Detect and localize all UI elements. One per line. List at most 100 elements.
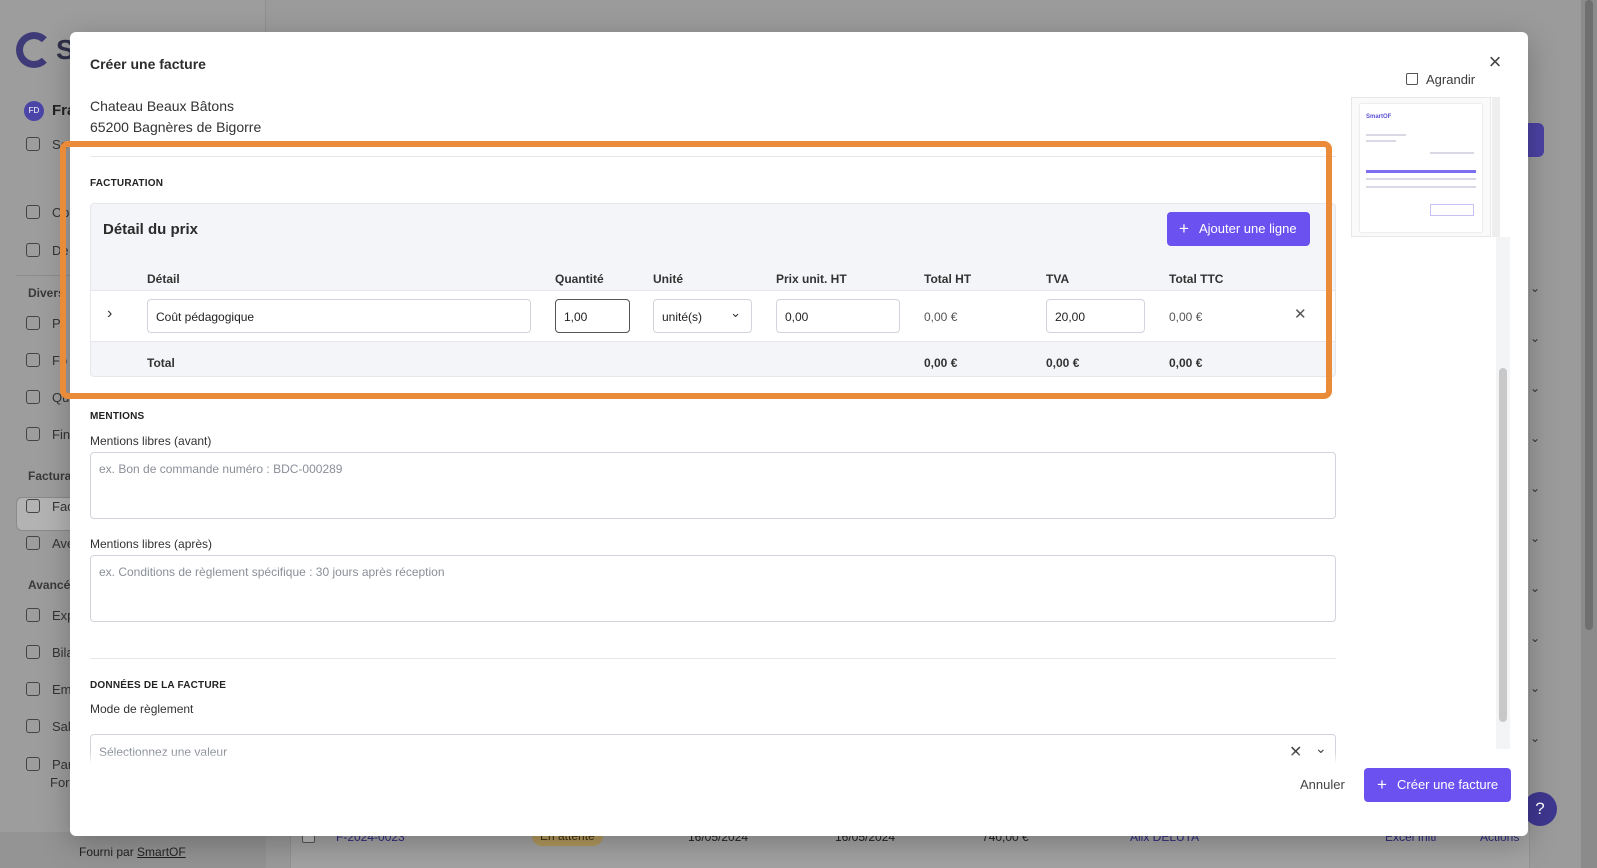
chevron-down-icon[interactable]: ⌄ (1530, 281, 1544, 295)
sidebar-item-factures[interactable]: Fac (26, 499, 74, 514)
total-ht-value: 0,00 € (924, 310, 958, 324)
client-address-line2: 65200 Bagnères de Bigorre (90, 119, 262, 135)
preview-line (1366, 186, 1476, 188)
chevron-down-icon: ⌄ (730, 305, 741, 320)
list-icon (26, 353, 40, 367)
preview-line (1430, 152, 1474, 154)
chevron-down-icon[interactable]: ⌄ (1530, 631, 1544, 645)
chevron-down-icon[interactable]: ⌄ (1530, 731, 1544, 745)
smartof-link[interactable]: SmartOF (137, 845, 186, 859)
divider (90, 658, 1336, 659)
logout-icon (26, 137, 40, 151)
unit-price-input[interactable]: 0,00 (776, 299, 900, 333)
enlarge-button[interactable]: Agrandir (1406, 72, 1475, 87)
vat-input[interactable]: 20,00 (1046, 299, 1145, 333)
column-header-unit-price: Prix unit. HT (776, 272, 847, 286)
preview-page: SmartOF (1360, 104, 1482, 232)
chevron-down-icon[interactable]: ⌄ (1530, 431, 1544, 445)
sidebar-item-salles[interactable]: Sal (26, 719, 71, 734)
section-facturation: Facturation (90, 178, 164, 189)
sidebar-item-qu[interactable]: Qu (26, 390, 69, 405)
chevron-down-icon[interactable]: ⌄ (1530, 331, 1544, 345)
price-line-row: › Coût pédagogique 1,00 unité(s) ⌄ 0,00 0… (91, 290, 1335, 342)
page-scrollbar-thumb[interactable] (1585, 0, 1593, 630)
preview-bar (1366, 170, 1476, 173)
modal-scrollbar-thumb[interactable] (1499, 368, 1507, 722)
sidebar-section-facturation: Facturat (28, 469, 76, 483)
sidebar-item-parametres[interactable]: Par (26, 757, 72, 772)
file-icon (26, 316, 40, 330)
tag-icon (26, 205, 40, 219)
quantity-input[interactable]: 1,00 (555, 299, 630, 333)
sidebar-item-p[interactable]: P (26, 316, 61, 331)
column-header-detail: Détail (147, 272, 180, 286)
sidebar-item-avoirs[interactable]: Ave (26, 536, 74, 551)
footer-fade (70, 752, 1528, 764)
detail-input[interactable]: Coût pédagogique (147, 299, 531, 333)
invoice-preview-thumbnail[interactable]: SmartOF (1351, 97, 1491, 237)
chart-icon (26, 645, 40, 659)
expand-icon (1406, 73, 1418, 85)
app-logo-icon (16, 32, 52, 68)
sidebar-item-fo[interactable]: Fo (26, 353, 67, 368)
delete-line-icon[interactable]: ✕ (1294, 305, 1307, 323)
gear-icon (26, 757, 40, 771)
preview-line (1366, 140, 1396, 142)
sidebar-item-fin[interactable]: Fin (26, 427, 70, 442)
column-header-quantity: Quantité (555, 272, 604, 286)
sidebar-item-de[interactable]: De (26, 243, 69, 258)
preview-scrollbar[interactable] (1492, 97, 1500, 237)
price-detail-card: Détail du prix + Ajouter une ligne Détail… (90, 203, 1336, 377)
sidebar-item-op[interactable]: Op (26, 205, 69, 220)
chevron-down-icon[interactable]: ⌄ (1530, 581, 1544, 595)
total-label: Total (147, 356, 175, 370)
mail-icon (26, 682, 40, 696)
plus-icon: + (1377, 775, 1387, 794)
sidebar-item-se[interactable]: Se (26, 137, 68, 152)
sidebar-section-divers: Divers (28, 286, 65, 300)
grid-icon (26, 719, 40, 733)
chevron-down-icon[interactable]: ⌄ (1530, 681, 1544, 695)
column-header-vat: TVA (1046, 272, 1070, 286)
cancel-button[interactable]: Annuler (1300, 777, 1345, 792)
column-header-total-ttc: Total TTC (1169, 272, 1224, 286)
chevron-down-icon[interactable]: ⌄ (1530, 481, 1544, 495)
sidebar-item-exp[interactable]: Exp (26, 608, 74, 623)
mentions-before-textarea[interactable]: ex. Bon de commande numéro : BDC-000289 (90, 452, 1336, 519)
chevron-right-icon[interactable]: › (107, 305, 127, 325)
sidebar-section-avance: Avancé (28, 578, 71, 592)
mentions-after-label: Mentions libres (après) (90, 537, 213, 551)
total-vat-sum: 0,00 € (1046, 356, 1080, 370)
total-ht-sum: 0,00 € (924, 356, 958, 370)
plus-icon: + (1179, 219, 1189, 238)
client-address-line1: Chateau Beaux Bâtons (90, 98, 234, 114)
column-header-unit: Unité (653, 272, 683, 286)
document-icon (26, 243, 40, 257)
preview-logo: SmartOF (1366, 114, 1392, 120)
sidebar-item-bilan[interactable]: Bila (26, 645, 74, 660)
sidebar-item-email[interactable]: Em (26, 682, 72, 697)
total-ttc-value: 0,00 € (1169, 310, 1203, 324)
avatar[interactable]: FD (24, 101, 44, 121)
close-icon[interactable]: × (1484, 51, 1506, 74)
card-icon (26, 427, 40, 441)
euro-icon (26, 499, 40, 513)
chevron-down-icon[interactable]: ⌄ (1530, 531, 1544, 545)
sidebar-footer: Fourni par SmartOF (0, 832, 266, 868)
chevron-down-icon[interactable]: ⌄ (1530, 381, 1544, 395)
create-invoice-button[interactable]: + Créer une facture (1364, 768, 1511, 802)
unit-select[interactable]: unité(s) ⌄ (653, 299, 752, 333)
help-button[interactable]: ? (1523, 792, 1557, 826)
create-invoice-modal: Créer une facture × Agrandir SmartOF Cha… (60, 32, 1528, 836)
preview-line (1366, 178, 1476, 180)
payment-mode-label: Mode de règlement (90, 702, 194, 716)
export-icon (26, 608, 40, 622)
section-mentions: Mentions (90, 411, 145, 422)
section-invoice-data: Données de la facture (90, 680, 227, 691)
preview-total-box (1430, 204, 1474, 216)
column-header-total-ht: Total HT (924, 272, 972, 286)
divider (90, 156, 1336, 157)
total-ttc-sum: 0,00 € (1169, 356, 1203, 370)
add-line-button[interactable]: + Ajouter une ligne (1167, 212, 1310, 246)
mentions-after-textarea[interactable]: ex. Conditions de règlement spécifique :… (90, 555, 1336, 622)
